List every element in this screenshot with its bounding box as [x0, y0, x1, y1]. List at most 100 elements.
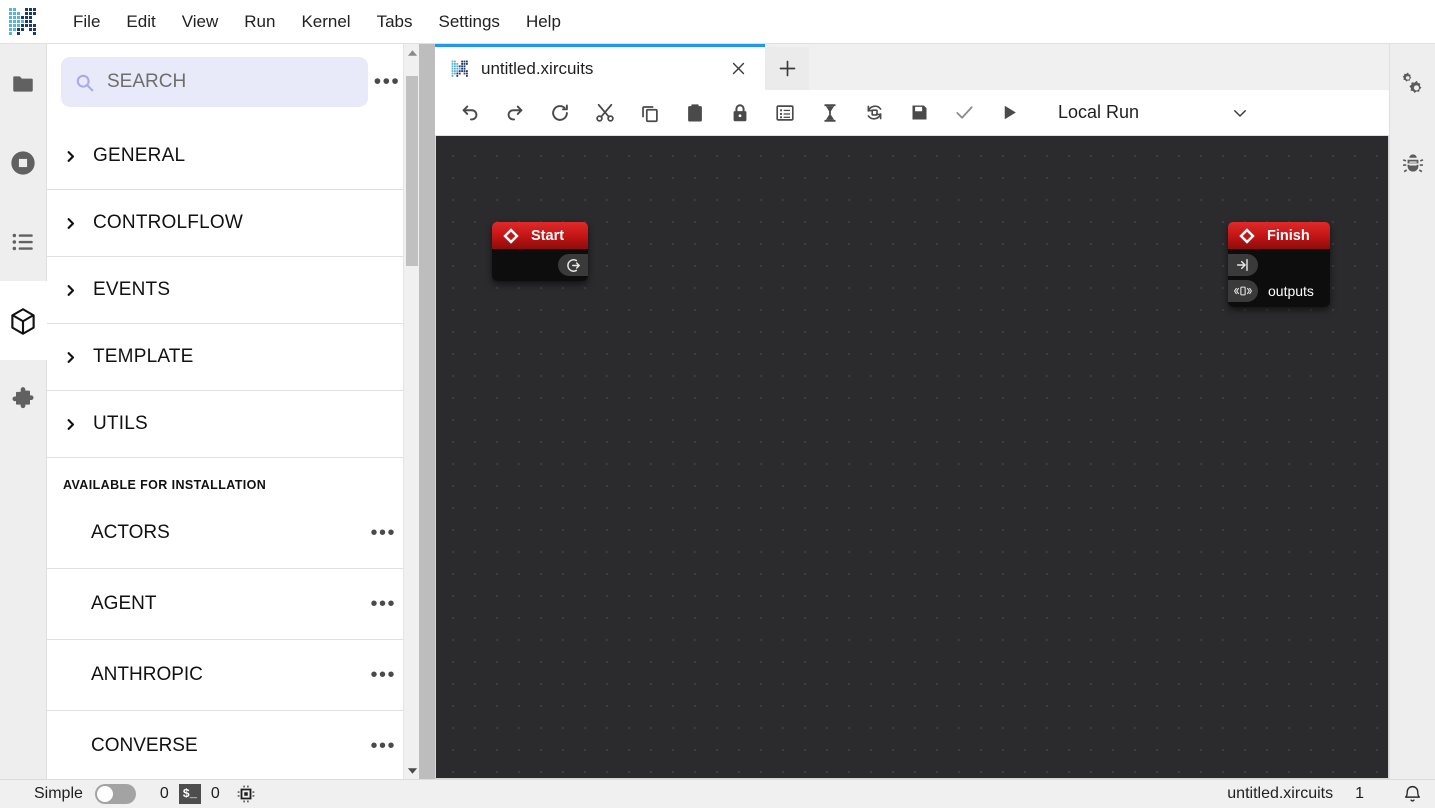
panel-resize-handle[interactable]	[419, 44, 435, 779]
menu-item-edit[interactable]: Edit	[113, 7, 168, 37]
category-label: TEMPLATE	[93, 346, 194, 367]
start-node[interactable]: Start	[492, 222, 588, 281]
chevron-right-icon	[63, 350, 93, 365]
search-input[interactable]	[97, 71, 358, 93]
ellipsis-icon[interactable]: •••	[370, 523, 396, 543]
lock-icon	[733, 103, 746, 121]
notification-count: 1	[1355, 785, 1364, 802]
category-item-controlflow[interactable]: CONTROLFLOW	[47, 190, 418, 257]
paste-button[interactable]	[672, 95, 717, 131]
tab-untitled-xircuits[interactable]: untitled.xircuits	[435, 44, 765, 90]
sidebar-item-xircuits-component-library[interactable]	[0, 281, 47, 360]
install-item-label: ANTHROPIC	[91, 664, 203, 685]
category-item-general[interactable]: GENERAL	[47, 123, 418, 190]
scissors-icon	[595, 103, 614, 122]
reload-button[interactable]	[537, 95, 582, 131]
log-button[interactable]	[762, 95, 807, 131]
undo-button[interactable]	[447, 95, 492, 131]
diamond-icon	[1238, 227, 1255, 244]
finish-node-outputs-port-row: outputs	[1228, 278, 1330, 304]
install-item-agent[interactable]: AGENT •••	[47, 569, 418, 640]
bell-icon[interactable]	[1402, 784, 1423, 805]
close-icon[interactable]	[725, 56, 751, 82]
scroll-down-icon[interactable]	[404, 762, 420, 779]
menu-item-file[interactable]: File	[60, 7, 113, 37]
ellipsis-icon[interactable]: •••	[370, 736, 396, 756]
sidebar-item-extension-manager[interactable]	[0, 360, 47, 439]
ellipsis-icon[interactable]: •••	[370, 594, 396, 614]
status-bar: Simple 0 $_ 0 untitled.xircuits 1	[0, 779, 1435, 808]
category-label: EVENTS	[93, 279, 171, 300]
run-type-select[interactable]: Local Run	[1052, 95, 1255, 131]
kernel-count: 0	[210, 785, 220, 802]
chevron-right-icon	[63, 283, 93, 298]
terminal-icon[interactable]: $_	[178, 784, 201, 804]
xircuits-file-icon	[451, 60, 468, 77]
finish-node-header: Finish	[1228, 222, 1330, 249]
scrollbar-thumb[interactable]	[406, 76, 418, 266]
scroll-up-icon[interactable]	[404, 44, 420, 61]
install-item-anthropic[interactable]: ANTHROPIC •••	[47, 640, 418, 711]
copy-icon	[641, 105, 658, 122]
sidebar-item-commands[interactable]	[0, 202, 47, 281]
checkmark-icon	[956, 106, 973, 119]
menu-item-settings[interactable]: Settings	[426, 7, 513, 37]
tab-bar: untitled.xircuits	[435, 44, 1389, 90]
chevron-down-icon	[1231, 104, 1249, 122]
save-button[interactable]	[897, 95, 942, 131]
install-section-title: AVAILABLE FOR INSTALLATION	[63, 478, 267, 492]
xircuits-logo-icon[interactable]	[0, 0, 46, 44]
rerun-button[interactable]	[852, 95, 897, 131]
finish-node[interactable]: Finish outputs	[1228, 222, 1330, 307]
new-tab-button[interactable]	[765, 47, 809, 90]
sidebar-item-property-inspector[interactable]	[1390, 44, 1435, 123]
menu-item-view[interactable]: View	[169, 7, 232, 37]
ellipsis-icon[interactable]: •••	[370, 665, 396, 685]
menu-bar: File Edit View Run Kernel Tabs Settings …	[0, 0, 1435, 44]
mode-toggle[interactable]	[94, 784, 136, 804]
menu-item-tabs[interactable]: Tabs	[364, 7, 426, 37]
menu-item-help[interactable]: Help	[513, 7, 574, 37]
category-item-template[interactable]: TEMPLATE	[47, 324, 418, 391]
search-box[interactable]	[61, 57, 368, 107]
category-item-events[interactable]: EVENTS	[47, 257, 418, 324]
finish-node-title: Finish	[1267, 227, 1310, 244]
chip-icon[interactable]	[236, 784, 256, 804]
menu-item-kernel[interactable]: Kernel	[288, 7, 363, 37]
puzzle-icon	[12, 386, 34, 408]
workflow-canvas[interactable]: Start Finish outputs	[435, 136, 1389, 779]
category-label: GENERAL	[93, 145, 186, 166]
terminal-count: 0	[159, 785, 169, 802]
start-node-out-port-row	[492, 252, 588, 278]
sidebar-scrollbar[interactable]	[403, 44, 419, 779]
install-item-converse[interactable]: CONVERSE •••	[47, 711, 418, 779]
sidebar-item-running-sessions[interactable]	[0, 123, 47, 202]
category-item-utils[interactable]: UTILS	[47, 391, 418, 458]
install-item-actors[interactable]: ACTORS •••	[47, 498, 418, 569]
breakpoint-button[interactable]	[807, 95, 852, 131]
lock-button[interactable]	[717, 95, 762, 131]
list-icon	[12, 233, 33, 250]
compile-button[interactable]	[942, 95, 987, 131]
run-button[interactable]	[987, 95, 1032, 131]
category-list: GENERAL CONTROLFLOW EVENTS TEMPLATE UTIL…	[47, 123, 418, 458]
install-item-label: AGENT	[91, 593, 157, 614]
sidebar-item-file-browser[interactable]	[0, 44, 47, 123]
stop-circle-icon	[11, 150, 35, 175]
redo-icon	[507, 105, 522, 120]
sidebar-item-debugger[interactable]	[1390, 123, 1435, 202]
dynalist-port-icon[interactable]	[1228, 280, 1258, 302]
ellipsis-icon[interactable]: •••	[370, 65, 404, 99]
cut-button[interactable]	[582, 95, 627, 131]
redo-button[interactable]	[492, 95, 537, 131]
install-item-label: CONVERSE	[91, 735, 198, 756]
current-file-label: untitled.xircuits	[1227, 785, 1334, 802]
log-list-icon	[775, 104, 794, 121]
copy-button[interactable]	[627, 95, 672, 131]
flow-out-icon[interactable]	[558, 254, 588, 276]
menu-item-run[interactable]: Run	[231, 7, 288, 37]
flow-in-icon[interactable]	[1228, 254, 1258, 276]
chevron-right-icon	[63, 417, 93, 432]
hourglass-icon	[824, 103, 835, 122]
scrollbar-track[interactable]	[404, 61, 420, 762]
